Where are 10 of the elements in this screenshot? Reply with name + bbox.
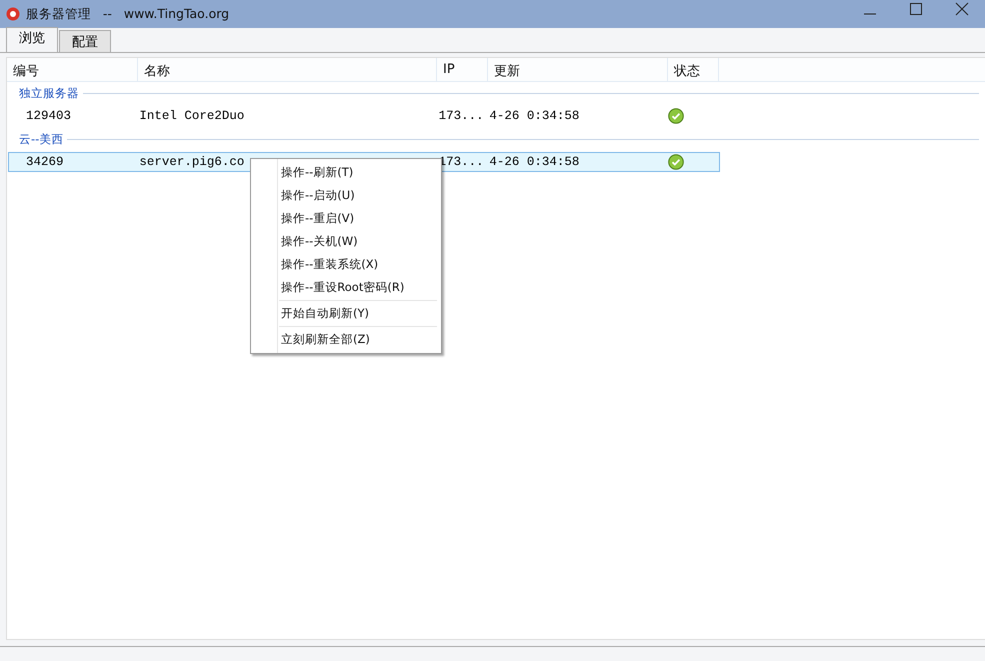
group-label: 云--美西 <box>19 132 64 146</box>
window-title: 服务器管理 -- www.TingTao.org <box>26 6 230 22</box>
table-cell-text: Intel Core2Duo <box>139 109 246 123</box>
table-cell-text: 4-26 0:34:58 <box>489 155 580 169</box>
group-label: 独立服务器 <box>19 86 79 100</box>
table-cell-text: server.pig6.co <box>139 155 246 169</box>
table-cell-text: 34269 <box>25 155 65 169</box>
table-cell-text: 129403 <box>25 109 72 123</box>
table-cell-text: 173... <box>438 109 485 123</box>
table-cell-text: 4-26 0:34:58 <box>489 109 580 123</box>
